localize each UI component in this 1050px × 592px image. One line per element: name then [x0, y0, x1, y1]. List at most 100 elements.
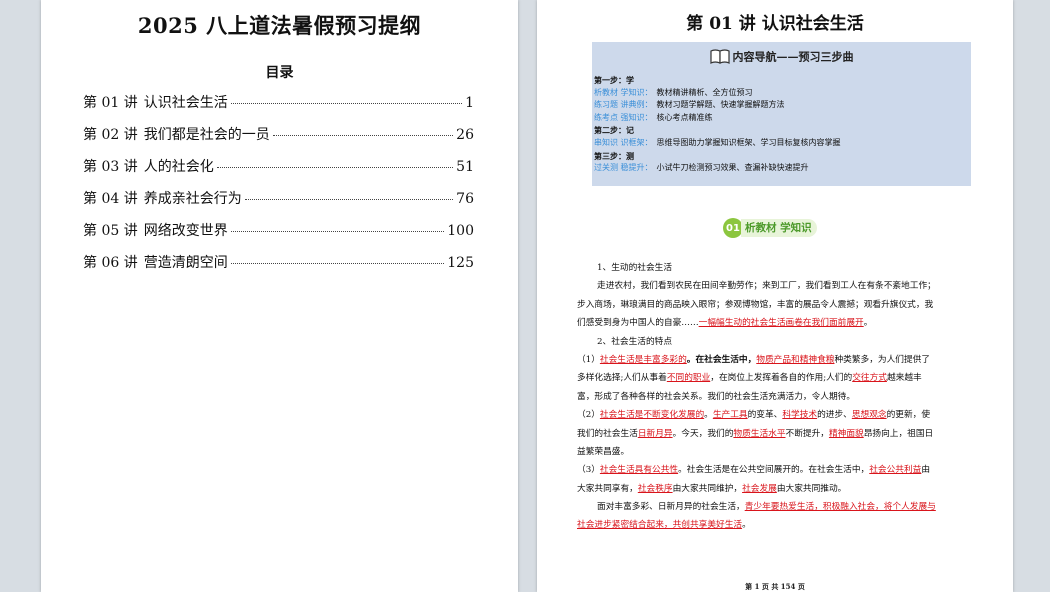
toc-entry-number: 第 04 讲: [83, 191, 138, 207]
content-line: 大家共同享有，社会秩序由大家共同维护，社会发展由大家共同推动。: [577, 483, 847, 494]
content-heading: 2、社会生活的特点: [597, 336, 673, 347]
toc-entry-label: 养成亲社会行为: [143, 191, 242, 207]
lesson-title: 第 01 讲 认识社会生活: [686, 14, 864, 34]
nav-step-line: 第三步：测: [594, 150, 841, 163]
content-line: 我们的社会生活日新月异。今天，我们的物质生活水平不断提升，精神面貌昂扬向上，祖国…: [577, 428, 934, 439]
nav-step-line: 第二步：记: [594, 124, 841, 137]
page-footer: 第 1 页 共 154 页: [745, 582, 805, 591]
key-point-text: 社会生活是丰富多彩的: [599, 354, 687, 365]
nav-header: 内容导航——预习三步曲: [592, 48, 971, 67]
toc-entry-label: 人的社会化: [143, 159, 214, 175]
nav-header-text: 内容导航——预习三步曲: [732, 50, 854, 64]
table-of-contents: 第 01 讲 认识社会生活 1 第 02 讲 我们都是社会的一员 26 第 03…: [83, 92, 474, 284]
nav-step-text: 教材精讲精析、全方位预习: [656, 87, 753, 97]
content-line: 多样化选择;人们从事着不同的职业，在岗位上发挥着各自的作用;人们的交往方式越来越…: [577, 373, 922, 384]
key-point-text: 物质产品和精神食粮: [756, 354, 835, 365]
lesson-content: 1、生动的社会生活 走进农村，我们看到农民在田间辛勤劳作；来到工厂，我们看到工人…: [577, 259, 972, 535]
toc-leader-dots: [230, 103, 463, 104]
section-label: 析教材 学知识: [741, 219, 817, 237]
toc-entry-number: 第 01 讲: [83, 95, 138, 111]
toc-entry-page: 100: [447, 223, 474, 239]
toc-leader-dots: [230, 263, 445, 264]
toc-entry-page: 125: [447, 255, 474, 271]
nav-step-text: 核心考点精准练: [656, 112, 713, 122]
key-point-text: 一幅幅生动的社会生活画卷在我们面前展开: [698, 318, 864, 329]
toc-entry[interactable]: 第 05 讲 网络改变世界 100: [83, 220, 474, 252]
key-point-text: 不同的职业: [666, 373, 711, 384]
toc-entry[interactable]: 第 01 讲 认识社会生活 1: [83, 92, 474, 124]
key-point-text: 生产工具: [712, 410, 748, 421]
nav-step-tag: 练习题 讲典例：: [594, 100, 653, 110]
nav-steps: 第一步：学 析教材 学知识： 教材精讲精析、全方位预习 练习题 讲典例： 教材习题学…: [594, 74, 841, 175]
nav-step-tag: 串知识 识框架：: [594, 137, 653, 147]
nav-step-line: 第一步：学: [594, 74, 841, 87]
key-point-text: 日新月异: [637, 428, 673, 439]
key-point-text: 思想观念: [851, 410, 887, 421]
key-point-text: 社会公共利益: [869, 465, 922, 476]
key-point-text: 社会进步紧密结合起来，共创共享美好生活: [577, 520, 743, 531]
nav-step-tag: 过关测 稳提升：: [594, 163, 653, 173]
book-icon: [709, 48, 730, 67]
nav-step-text: 教材习题学解题、快速掌握解题方法: [656, 100, 785, 110]
key-point-text: 青少年要热爱生活，积极融入社会，将个人发展与: [744, 502, 936, 513]
key-point-text: 社会秩序: [637, 483, 673, 494]
toc-entry[interactable]: 第 04 讲 养成亲社会行为 76: [83, 188, 474, 220]
content-heading: 1、生动的社会生活: [597, 263, 673, 273]
toc-entry-label: 营造清朗空间: [143, 255, 228, 271]
nav-step-tag: 练考点 强知识：: [594, 112, 653, 122]
content-line: 益繁荣昌盛。: [577, 446, 630, 457]
content-navigation-box: 内容导航——预习三步曲 第一步：学 析教材 学知识： 教材精讲精析、全方位预习 练…: [592, 42, 971, 186]
toc-entry-label: 网络改变世界: [143, 223, 228, 239]
content-line: （1）社会生活是丰富多彩的。在社会生活中，物质产品和精神食粮种类繁多，为人们提供…: [577, 354, 931, 365]
toc-leader-dots: [216, 167, 454, 168]
key-point-text: 社会发展: [742, 483, 777, 494]
nav-step-line: 过关测 稳提升： 小试牛刀检测预习效果、查漏补缺快速提升: [594, 162, 841, 175]
nav-step-text: 思维导图助力掌握知识框架、学习目标复核内容掌握: [656, 137, 841, 147]
section-badge: 01 析教材 学知识: [723, 217, 817, 239]
nav-step-text: 小试牛刀检测预习效果、查漏补缺快速提升: [656, 163, 809, 173]
content-line: （2）社会生活是不断变化发展的。生产工具的变革、科学技术的进步、思想观念的更新，…: [577, 410, 931, 421]
toc-entry-page: 76: [456, 191, 474, 207]
content-line: 富，形成了各种各样的社会关系。我们的社会生活充满活力，令人期待。: [577, 391, 855, 402]
nav-step-line: 练考点 强知识： 核心考点精准练: [594, 112, 841, 125]
key-point-text: 社会生活具有公共性: [599, 465, 679, 476]
content-line: 走进农村，我们看到农民在田间辛勤劳作；来到工厂，我们看到工人在有条不紊地工作；: [597, 281, 936, 292]
content-line: 们感受到身为中国人的自豪……一幅幅生动的社会生活画卷在我们面前展开。: [577, 318, 873, 329]
toc-heading: 目录: [265, 65, 294, 81]
toc-entry-number: 第 02 讲: [83, 127, 138, 143]
nav-step-title: 第一步：学: [594, 75, 634, 85]
toc-entry[interactable]: 第 03 讲 人的社会化 51: [83, 156, 474, 188]
document-page-right: 第 01 讲 认识社会生活 内容导航——预习三步曲 第一步：学 析教材 学知识：…: [537, 0, 1013, 592]
toc-entry-page: 51: [456, 159, 474, 175]
toc-entry-label: 我们都是社会的一员: [143, 127, 270, 143]
toc-leader-dots: [230, 231, 445, 232]
content-line: （3）社会生活具有公共性。社会生活是在公共空间展开的。在社会生活中，社会公共利益…: [577, 465, 931, 476]
document-title: 2025 八上道法暑假预习提纲: [137, 13, 422, 38]
content-line: 步入商场，琳琅满目的商品映入眼帘；参观博物馆，丰富的展品令人震撼；观看升旗仪式，…: [577, 299, 934, 310]
nav-step-title: 第三步：测: [594, 150, 634, 161]
toc-entry-number: 第 03 讲: [83, 159, 138, 175]
nav-step-line: 串知识 识框架： 思维导图助力掌握知识框架、学习目标复核内容掌握: [594, 137, 841, 150]
key-point-text: 精神面貌: [828, 428, 864, 439]
nav-step-tag: 析教材 学知识：: [594, 87, 653, 97]
toc-entry-number: 第 05 讲: [83, 223, 138, 239]
toc-leader-dots: [244, 199, 454, 200]
nav-step-line: 练习题 讲典例： 教材习题学解题、快速掌握解题方法: [594, 99, 841, 112]
content-text: 们感受到身为中国人的自豪……: [577, 318, 699, 329]
toc-entry-page: 1: [465, 95, 474, 111]
key-point-text: 交往方式: [852, 373, 887, 384]
content-line: 社会进步紧密结合起来，共创共享美好生活。: [577, 520, 751, 531]
toc-entry[interactable]: 第 06 讲 营造清朗空间 125: [83, 252, 474, 284]
key-point-text: 科学技术: [782, 410, 818, 421]
toc-entry-label: 认识社会生活: [143, 95, 228, 111]
content-line: 面对丰富多彩、日新月异的社会生活，青少年要热爱生活，积极融入社会，将个人发展与: [597, 502, 936, 513]
toc-entry-page: 26: [456, 127, 474, 143]
key-point-text: 物质生活水平: [733, 428, 786, 439]
nav-step-title: 第二步：记: [594, 125, 634, 136]
toc-leader-dots: [272, 135, 454, 136]
toc-entry-number: 第 06 讲: [83, 255, 138, 271]
toc-entry[interactable]: 第 02 讲 我们都是社会的一员 26: [83, 124, 474, 156]
nav-step-line: 析教材 学知识： 教材精讲精析、全方位预习: [594, 87, 841, 100]
document-page-left: 2025 八上道法暑假预习提纲 目录 第 01 讲 认识社会生活 1 第 02 …: [41, 0, 518, 592]
key-point-text: 社会生活是不断变化发展的: [599, 410, 705, 421]
